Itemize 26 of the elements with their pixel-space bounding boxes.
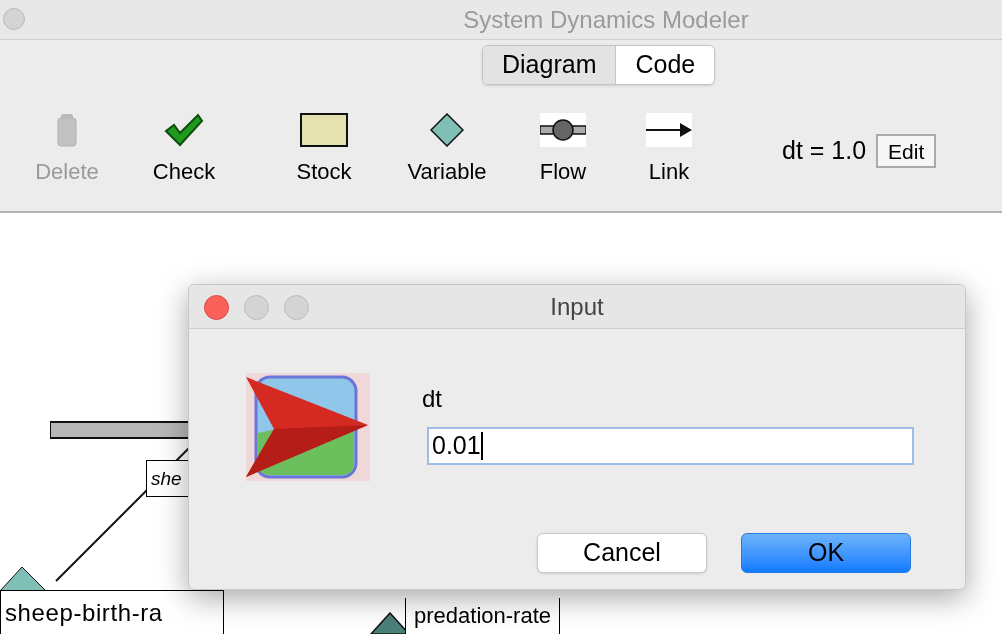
- dialog-button[interactable]: Cancel: [537, 533, 707, 573]
- trash-icon: [55, 113, 79, 147]
- dt-reading: dt = 1.0: [782, 134, 867, 166]
- checkmark-icon: [164, 113, 204, 147]
- tool-button[interactable]: Flow: [500, 113, 626, 188]
- variable-label: predation-rate: [405, 598, 560, 634]
- edit-button[interactable]: Edit: [876, 133, 937, 168]
- tab[interactable]: Code: [615, 46, 715, 84]
- close-icon[interactable]: [204, 295, 229, 320]
- dialog-title: Input: [550, 291, 604, 322]
- tool-button[interactable]: Variable: [394, 113, 500, 188]
- minimize-icon[interactable]: [244, 295, 269, 320]
- dialog-button[interactable]: OK: [741, 533, 911, 573]
- zoom-icon[interactable]: [284, 295, 309, 320]
- tool-button[interactable]: Check: [114, 113, 254, 188]
- rectangle-icon: [300, 113, 348, 147]
- diamond-icon: [430, 113, 464, 147]
- input-field[interactable]: 0.01: [427, 427, 914, 465]
- tool-button[interactable]: Stock: [254, 113, 394, 188]
- triangle-marker: [0, 565, 46, 591]
- field-label: dt: [422, 384, 443, 414]
- stock-label: sheep-birth-ra: [0, 590, 224, 634]
- tab[interactable]: Diagram: [483, 46, 616, 84]
- window-title: System Dynamics Modeler: [463, 4, 749, 35]
- tool-button[interactable]: Link: [626, 113, 712, 188]
- valve-icon: [540, 113, 586, 147]
